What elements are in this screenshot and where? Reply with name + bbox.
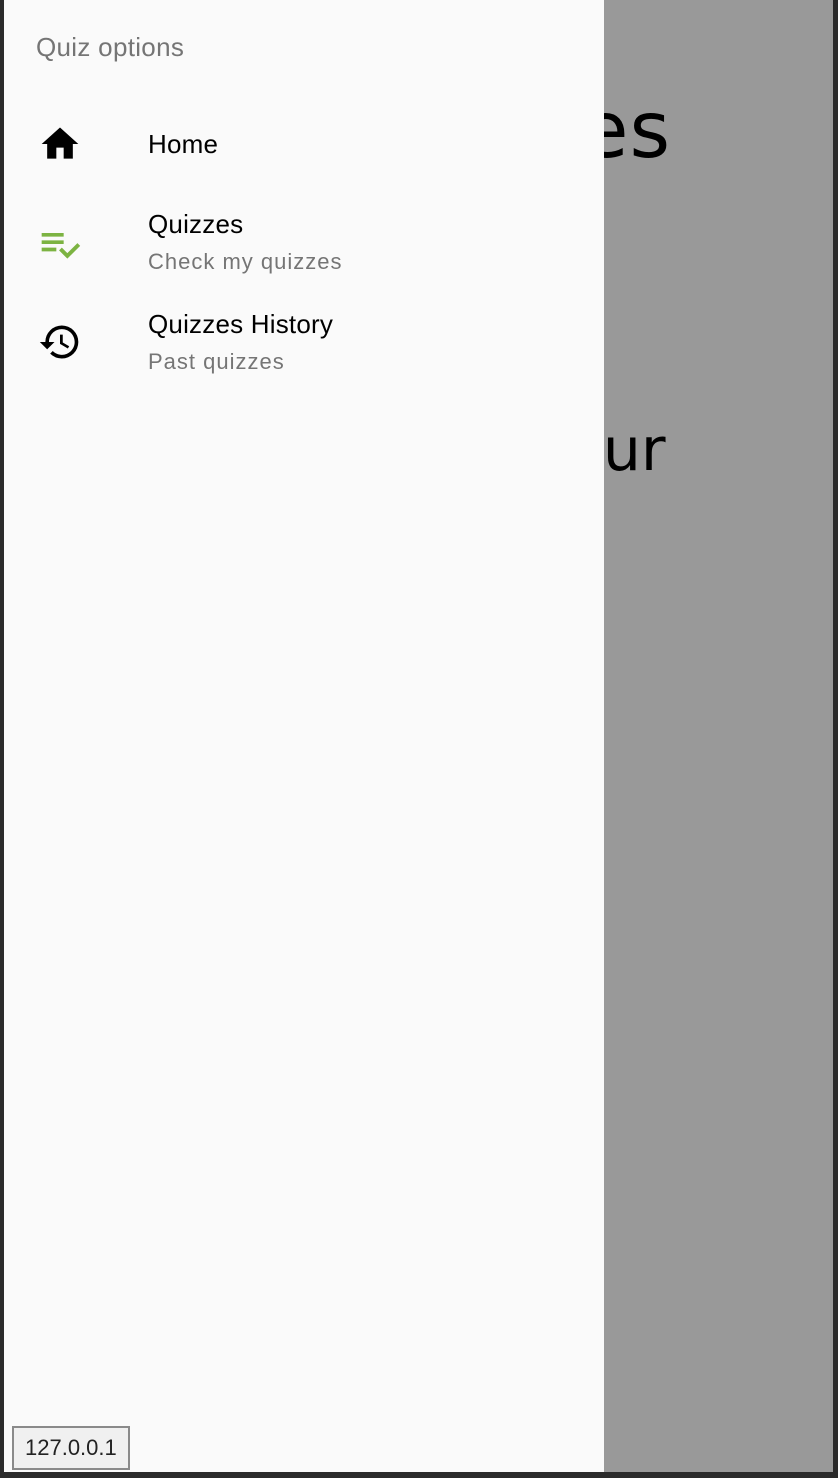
drawer-header: Quiz options xyxy=(36,32,185,62)
nav-item-subtitle: Check my quizzes xyxy=(148,249,343,274)
playlist-check-icon xyxy=(38,222,82,266)
nav-item-quizzes[interactable]: Quizzes Check my quizzes xyxy=(4,196,604,292)
nav-item-label: Quizzes xyxy=(148,209,244,239)
navigation-drawer: Quiz options Home Quizzes Check my quizz… xyxy=(4,0,604,1472)
history-icon xyxy=(38,320,82,364)
nav-item-quizzes-history[interactable]: Quizzes History Past quizzes xyxy=(4,296,604,392)
home-icon xyxy=(38,122,82,166)
nav-item-home[interactable]: Home xyxy=(4,96,604,192)
nav-item-label: Quizzes History xyxy=(148,309,334,339)
nav-item-subtitle: Past quizzes xyxy=(148,349,285,374)
nav-item-label: Home xyxy=(148,129,219,159)
status-bar-url: 127.0.0.1 xyxy=(12,1426,130,1470)
app-viewport: izzes are our Quiz options Home Quizzes … xyxy=(4,0,833,1472)
